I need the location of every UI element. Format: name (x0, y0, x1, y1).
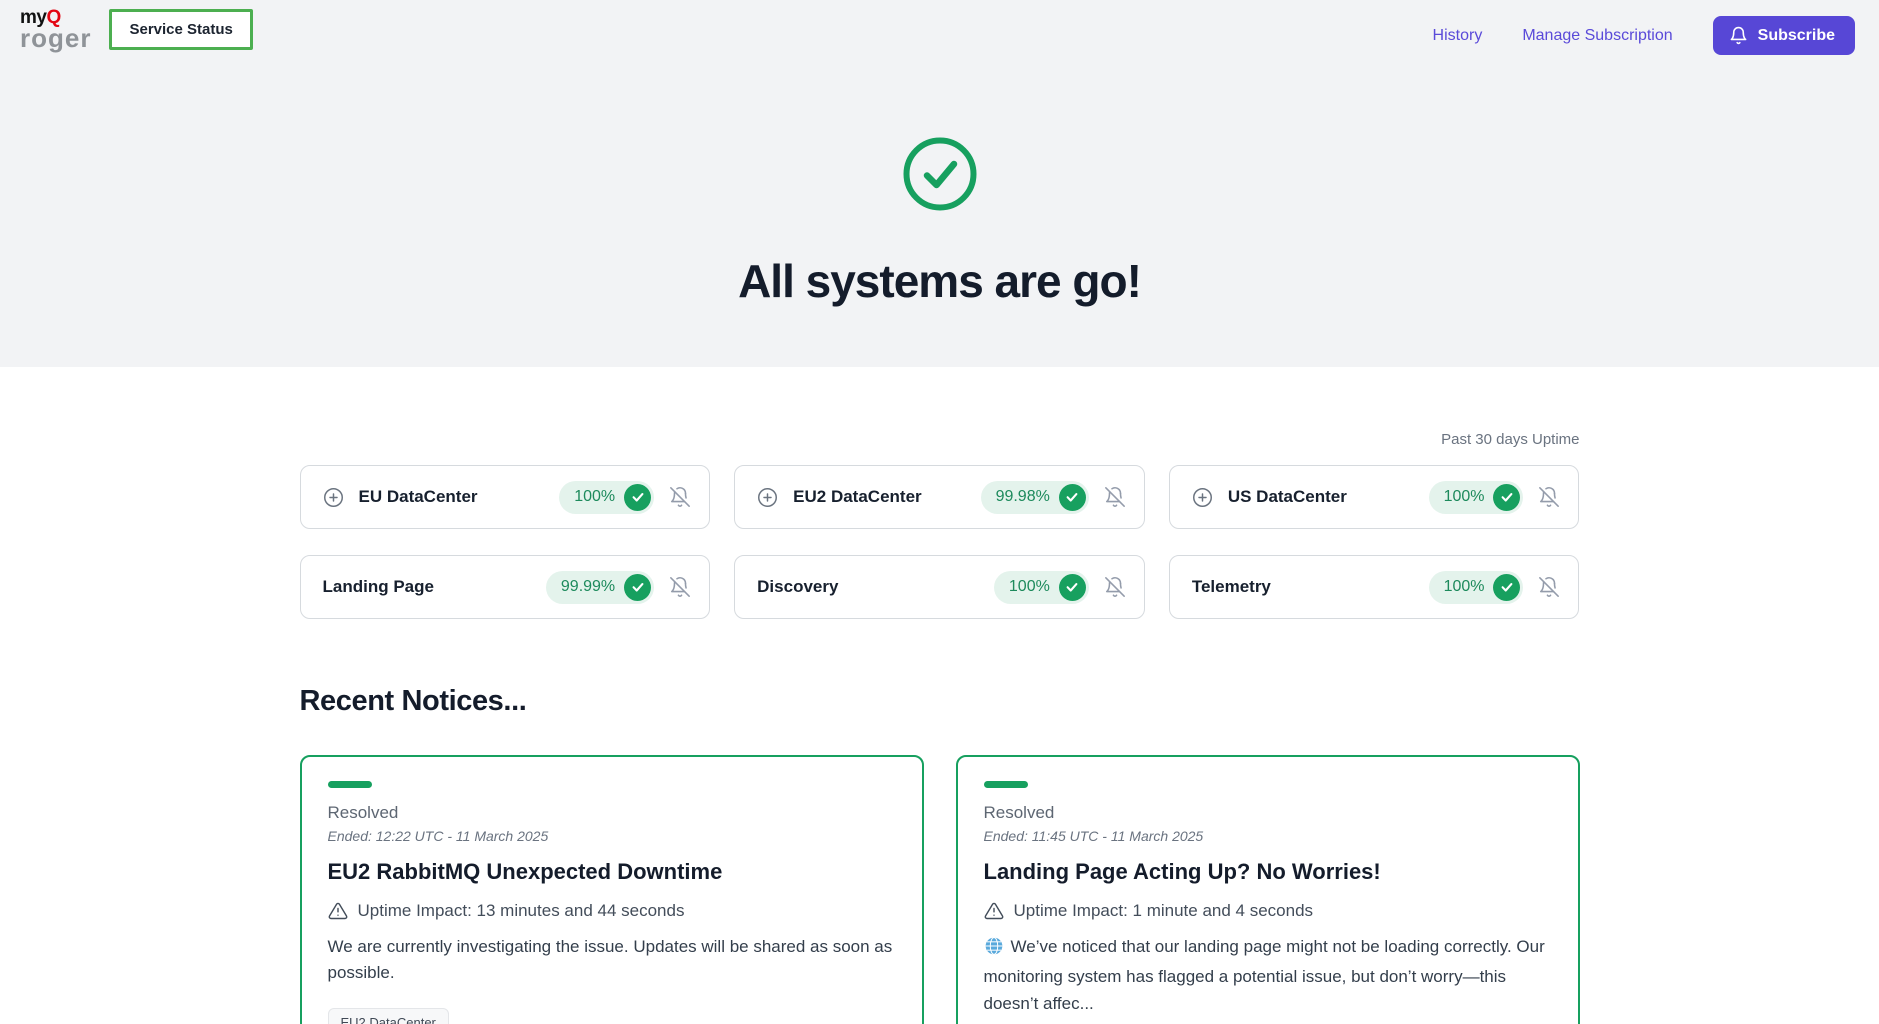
notifications-muted-icon[interactable] (669, 576, 691, 598)
notice-status: Resolved (328, 803, 896, 823)
uptime-badge: 100% (1429, 481, 1524, 514)
notices-grid: Resolved Ended: 12:22 UTC - 11 March 202… (300, 755, 1580, 1024)
service-name: EU DataCenter (359, 487, 478, 507)
bell-icon (1729, 26, 1748, 45)
main-content: Past 30 days Uptime EU DataCenter 100% (300, 431, 1580, 1024)
status-card-discovery[interactable]: Discovery 100% (734, 555, 1145, 619)
status-card-eu2-datacenter[interactable]: EU2 DataCenter 99.98% (734, 465, 1145, 529)
service-name: US DataCenter (1228, 487, 1347, 507)
notice-body-text: We’ve noticed that our landing page migh… (984, 937, 1545, 1013)
uptime-percent: 100% (1444, 578, 1485, 596)
notice-impact-text: Uptime Impact: 1 minute and 4 seconds (1014, 901, 1314, 921)
expand-plus-icon[interactable] (1192, 487, 1213, 508)
logo-roger: roger (20, 25, 91, 51)
status-card-eu-datacenter[interactable]: EU DataCenter 100% (300, 465, 711, 529)
warning-triangle-icon (328, 901, 348, 921)
page-title: All systems are go! (0, 254, 1879, 308)
service-name: Discovery (757, 577, 838, 597)
service-name: Landing Page (323, 577, 434, 597)
myq-roger-logo[interactable]: myQ roger (20, 8, 91, 51)
uptime-percent: 99.98% (996, 488, 1050, 506)
nav-link-manage-subscription[interactable]: Manage Subscription (1522, 27, 1672, 45)
notice-card-landing-page[interactable]: Resolved Ended: 11:45 UTC - 11 March 202… (956, 755, 1580, 1024)
notice-status: Resolved (984, 803, 1552, 823)
notifications-muted-icon[interactable] (1538, 576, 1560, 598)
uptime-badge: 100% (1429, 571, 1524, 604)
operational-check-icon (624, 484, 651, 511)
status-grid: EU DataCenter 100% EU2 DataCenter 99.98% (300, 465, 1580, 619)
all-systems-check-icon (0, 135, 1879, 218)
notice-body: We are currently investigating the issue… (328, 934, 896, 987)
uptime-badge: 99.99% (546, 571, 654, 604)
notifications-muted-icon[interactable] (669, 486, 691, 508)
status-card-landing-page[interactable]: Landing Page 99.99% (300, 555, 711, 619)
notice-ended-timestamp: Ended: 12:22 UTC - 11 March 2025 (328, 828, 896, 844)
uptime-percent: 100% (1444, 488, 1485, 506)
recent-notices-heading: Recent Notices... (300, 685, 1580, 718)
hero-section: myQ roger Service Status History Manage … (0, 0, 1879, 367)
notice-service-tag[interactable]: EU2 DataCenter (328, 1008, 449, 1024)
notice-title: EU2 RabbitMQ Unexpected Downtime (328, 859, 896, 885)
notice-title: Landing Page Acting Up? No Worries! (984, 859, 1552, 885)
service-name: Telemetry (1192, 577, 1271, 597)
header: myQ roger Service Status History Manage … (0, 0, 1879, 55)
uptime-period-label: Past 30 days Uptime (300, 431, 1580, 448)
notice-status-dash (984, 781, 1028, 788)
notifications-muted-icon[interactable] (1538, 486, 1560, 508)
nav-link-history[interactable]: History (1433, 27, 1483, 45)
uptime-percent: 99.99% (561, 578, 615, 596)
expand-plus-icon[interactable] (323, 487, 344, 508)
uptime-percent: 100% (1009, 578, 1050, 596)
notice-impact-text: Uptime Impact: 13 minutes and 44 seconds (358, 901, 685, 921)
uptime-badge: 99.98% (981, 481, 1089, 514)
notice-ended-timestamp: Ended: 11:45 UTC - 11 March 2025 (984, 828, 1552, 844)
uptime-percent: 100% (574, 488, 615, 506)
operational-check-icon (1059, 484, 1086, 511)
notice-status-dash (328, 781, 372, 788)
expand-plus-icon[interactable] (757, 487, 778, 508)
operational-check-icon (1493, 574, 1520, 601)
operational-check-icon (1493, 484, 1520, 511)
status-card-us-datacenter[interactable]: US DataCenter 100% (1169, 465, 1580, 529)
subscribe-button[interactable]: Subscribe (1713, 16, 1855, 55)
status-card-telemetry[interactable]: Telemetry 100% (1169, 555, 1580, 619)
service-name: EU2 DataCenter (793, 487, 922, 507)
notifications-muted-icon[interactable] (1104, 486, 1126, 508)
notice-body: We’ve noticed that our landing page migh… (984, 934, 1552, 1017)
notice-card-eu2-rabbitmq[interactable]: Resolved Ended: 12:22 UTC - 11 March 202… (300, 755, 924, 1024)
operational-check-icon (1059, 574, 1086, 601)
uptime-badge: 100% (994, 571, 1089, 604)
operational-check-icon (624, 574, 651, 601)
uptime-badge: 100% (559, 481, 654, 514)
service-status-button[interactable]: Service Status (109, 9, 252, 50)
notifications-muted-icon[interactable] (1104, 576, 1126, 598)
globe-icon (984, 936, 1004, 964)
subscribe-button-label: Subscribe (1758, 27, 1835, 45)
warning-triangle-icon (984, 901, 1004, 921)
